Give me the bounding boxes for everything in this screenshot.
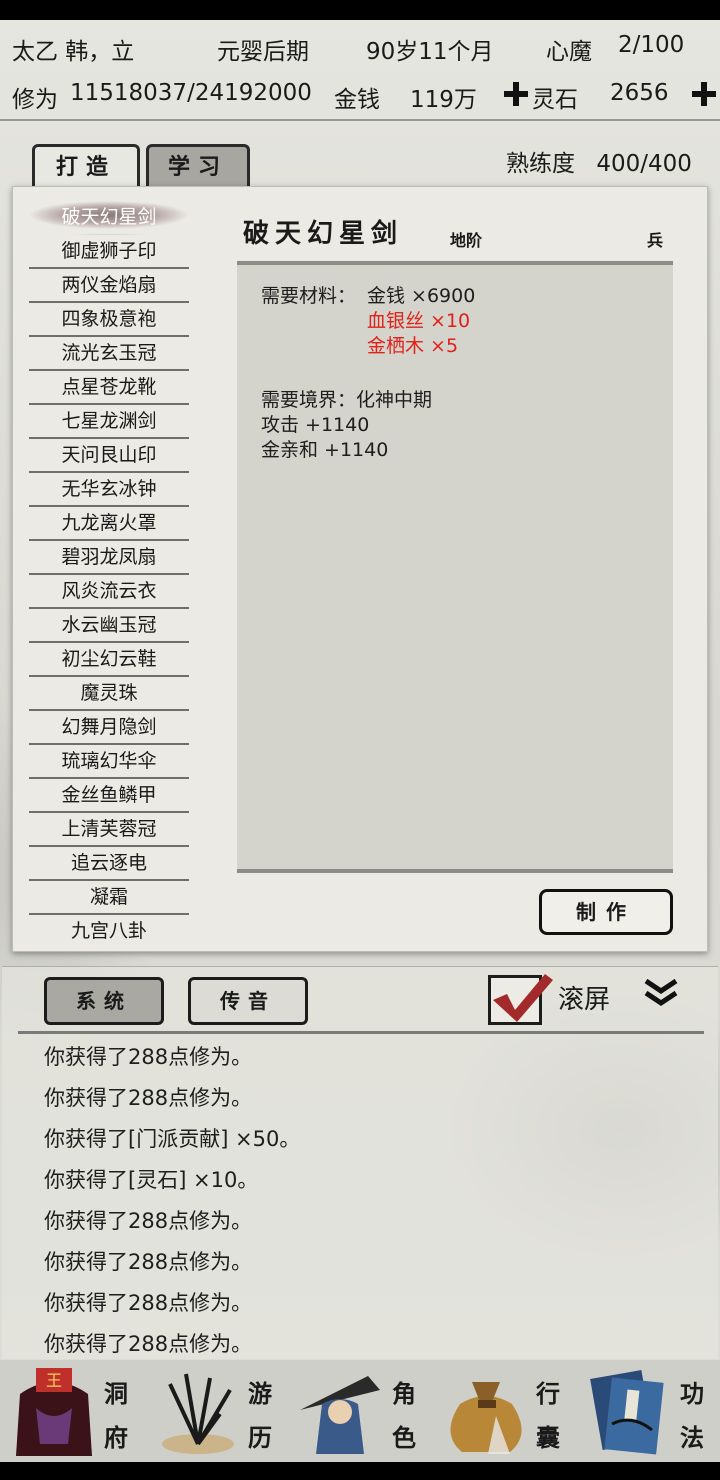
log-line: 你获得了288点修为。: [44, 1250, 253, 1274]
add-money-icon[interactable]: [504, 82, 528, 106]
nav-label-char: 色: [392, 1423, 416, 1452]
age-text: 90岁11个月: [366, 39, 494, 65]
log-line: 你获得了288点修为。: [44, 1086, 253, 1110]
header-divider: [0, 119, 720, 121]
nav-item-4[interactable]: 功法: [576, 1360, 720, 1462]
item-detail-box: 需要材料： 金钱 ×6900 血银丝 ×10 金栖木 ×5 需要境界：化神中期 …: [237, 261, 673, 873]
money-label: 金钱: [334, 87, 380, 113]
svg-text:王: 王: [46, 1371, 62, 1390]
realm-requirement: 需要境界：化神中期: [261, 389, 433, 411]
heart-demon-label: 心魔: [546, 39, 592, 65]
nav-label-char: 角: [392, 1379, 416, 1408]
auto-scroll-checkbox[interactable]: [488, 974, 553, 1025]
spirit-stone-value: 2656: [610, 80, 669, 106]
craft-list-item[interactable]: 琉璃幻华伞: [29, 745, 189, 779]
nav-label-char: 行: [536, 1379, 560, 1408]
tab-system-messages[interactable]: 系统: [44, 977, 164, 1025]
character-icon: [294, 1364, 390, 1464]
character-info-row: 太乙 韩，立 元婴后期 90岁11个月 心魔 2/100: [0, 24, 720, 68]
item-name: 破天幻星剑: [243, 219, 404, 249]
mastery-value: 400/400: [596, 151, 692, 177]
tab-craft[interactable]: 打造: [32, 144, 140, 187]
make-button[interactable]: 制作: [539, 889, 673, 935]
craft-list-item[interactable]: 九宫八卦: [29, 915, 189, 941]
nav-item-0[interactable]: 王 洞府: [0, 1360, 144, 1462]
material-1: 金钱 ×6900: [367, 285, 476, 307]
nav-label-char: 府: [104, 1423, 128, 1452]
craft-list-item[interactable]: 两仪金焰扇: [29, 269, 189, 303]
craft-list-item[interactable]: 上清芙蓉冠: [29, 813, 189, 847]
log-line: 你获得了[灵石] ×10。: [44, 1168, 259, 1192]
checkmark-icon: [493, 974, 553, 1022]
craft-list-item[interactable]: 御虚狮子印: [29, 235, 189, 269]
craft-list-item[interactable]: 七星龙渊剑: [29, 405, 189, 439]
log-line: 你获得了[门派贡献] ×50。: [44, 1127, 301, 1151]
craft-list-item[interactable]: 初尘幻云鞋: [29, 643, 189, 677]
materials-label: 需要材料：: [261, 285, 357, 307]
craft-list-item[interactable]: 风炎流云衣: [29, 575, 189, 609]
nav-label-char: 功: [680, 1379, 704, 1408]
craft-list-item[interactable]: 无华玄冰钟: [29, 473, 189, 507]
spirit-stone-label: 灵石: [532, 87, 578, 113]
attribute-attack: 攻击 +1140: [261, 414, 370, 436]
mastery-display: 熟练度 400/400: [506, 144, 692, 178]
craft-list-item[interactable]: 碧羽龙凤扇: [29, 541, 189, 575]
bottom-navigation: 王洞府游历角色行囊功法: [0, 1360, 720, 1462]
craft-list-item[interactable]: 天问艮山印: [29, 439, 189, 473]
log-divider: [18, 1031, 704, 1034]
nav-item-1[interactable]: 游历: [144, 1360, 288, 1462]
cultivation-label: 修为: [12, 87, 58, 113]
nav-item-2[interactable]: 角色: [288, 1360, 432, 1462]
mastery-label: 熟练度: [506, 151, 575, 177]
log-line: 你获得了288点修为。: [44, 1332, 253, 1356]
craft-list-item[interactable]: 水云幽玉冠: [29, 609, 189, 643]
heart-demon-value: 2/100: [618, 32, 685, 58]
realm-text: 元婴后期: [217, 39, 309, 65]
material-2: 血银丝 ×10: [367, 310, 471, 332]
attribute-metal-affinity: 金亲和 +1140: [261, 439, 389, 461]
craft-list-item[interactable]: 四象极意袍: [29, 303, 189, 337]
craft-item-list[interactable]: 破天幻星剑 御虚狮子印 两仪金焰扇 四象极意袍 流光玄玉冠 点星苍龙靴 七星龙渊剑 天问艮山印…: [29, 201, 189, 941]
craft-list-item[interactable]: 流光玄玉冠: [29, 337, 189, 371]
cave-mansion-icon: 王: [6, 1364, 102, 1464]
double-chevron-down-icon[interactable]: [642, 977, 680, 1009]
nav-label-char: 囊: [536, 1423, 560, 1452]
tab-learn[interactable]: 学习: [146, 144, 250, 187]
item-type: 兵: [647, 231, 664, 250]
tab-whisper-messages[interactable]: 传音: [188, 977, 308, 1025]
technique-book-icon: [582, 1364, 678, 1464]
nav-label-char: 洞: [104, 1379, 128, 1408]
auto-scroll-label: 滚屏: [558, 985, 611, 1015]
money-value: 119万: [410, 87, 477, 113]
add-spirit-stone-icon[interactable]: [692, 82, 716, 106]
nav-label-char: 游: [248, 1379, 272, 1408]
craft-list-item[interactable]: 金丝鱼鳞甲: [29, 779, 189, 813]
message-log-panel: 系统 传音 滚屏 你获得了288点修为。 你获得了288点修为。你获得了[门派贡献…: [2, 966, 718, 1359]
craft-list-item[interactable]: 点星苍龙靴: [29, 371, 189, 405]
log-line: 你获得了288点修为。: [44, 1291, 253, 1315]
nav-item-3[interactable]: 行囊: [432, 1360, 576, 1462]
nav-label-char: 历: [248, 1423, 272, 1452]
resource-row: 修为 11518037/24192000 金钱 119万 灵石 2656: [0, 72, 720, 116]
craft-list-item-selected[interactable]: 破天幻星剑: [29, 201, 189, 235]
character-name: 太乙 韩，立: [12, 39, 135, 65]
craft-list-item[interactable]: 幻舞月隐剑: [29, 711, 189, 745]
log-line: 你获得了288点修为。: [44, 1209, 253, 1233]
material-3: 金栖木 ×5: [367, 335, 459, 357]
nav-label-char: 法: [680, 1423, 704, 1452]
craft-list-item[interactable]: 追云逐电: [29, 847, 189, 881]
item-grade: 地阶: [450, 231, 483, 250]
system-nav-bar: [0, 1462, 720, 1480]
bag-icon: [438, 1364, 534, 1464]
log-line: 你获得了288点修为。: [44, 1045, 253, 1069]
cultivation-value: 11518037/24192000: [70, 80, 312, 106]
craft-list-item[interactable]: 魔灵珠: [29, 677, 189, 711]
craft-list-item[interactable]: 凝霜: [29, 881, 189, 915]
craft-panel: 破天幻星剑 御虚狮子印 两仪金焰扇 四象极意袍 流光玄玉冠 点星苍龙靴 七星龙渊剑 天问艮山印…: [12, 186, 708, 952]
craft-list-item[interactable]: 九龙离火罩: [29, 507, 189, 541]
system-status-bar: [0, 0, 720, 20]
travel-icon: [150, 1364, 246, 1464]
